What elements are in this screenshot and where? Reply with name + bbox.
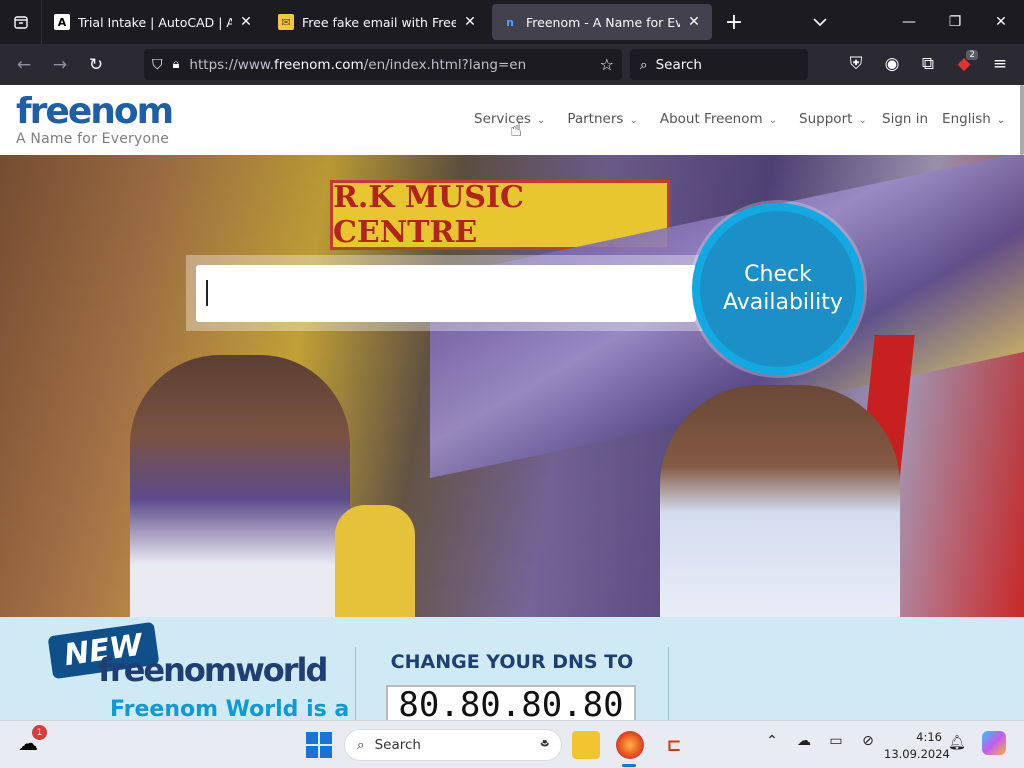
dns-value: 80.80.80.80 xyxy=(386,685,636,720)
reload-icon[interactable]: ↻ xyxy=(78,49,114,81)
chevron-down-icon[interactable] xyxy=(800,0,840,44)
promo-section: NEW freenomworld Freenom World is a CHAN… xyxy=(0,617,1024,720)
hero-person-right xyxy=(660,385,900,617)
taskbar: ☁ 1 ⌕ Search 🎩︎ ⊏ ⌃ ☁ ▭ ⊘ 4:16 13.09.2024… xyxy=(0,720,1024,768)
ublock-extension-icon[interactable]: ◆ 2 xyxy=(946,48,982,80)
firefox-icon[interactable] xyxy=(616,731,644,759)
chevron-down-icon: ⌄ xyxy=(858,115,867,126)
site-nav: Services ⌄ Partners ⌄ About Freenom ⌄ Suppo… xyxy=(474,111,889,127)
web-page: freenom A Name for Everyone Services ⌄ Pa… xyxy=(0,85,1024,720)
tab-strip: A Trial Intake | AutoCAD | Autode ✕ ✉ Fr… xyxy=(0,0,1024,44)
domain-search-input[interactable] xyxy=(196,265,696,322)
notification-bell-icon[interactable]: 🔔︎ xyxy=(948,735,966,751)
domain-search-box xyxy=(186,255,706,331)
system-tray: ⌃ ☁ ▭ ⊘ xyxy=(760,733,888,749)
taskbar-search-label: Search xyxy=(374,737,421,753)
search-bar[interactable]: ⌕ Search xyxy=(630,49,808,80)
close-icon[interactable]: ✕ xyxy=(238,14,254,30)
windows-start-icon[interactable] xyxy=(306,732,332,758)
chevron-down-icon: ⌄ xyxy=(768,115,778,126)
tab-autocad[interactable]: A Trial Intake | AutoCAD | Autode ✕ xyxy=(44,4,264,40)
search-placeholder: Search xyxy=(655,56,702,73)
network-icon[interactable]: ⊘ xyxy=(856,733,880,749)
freenom-logo[interactable]: freenom A Name for Everyone xyxy=(16,91,174,148)
chevron-down-icon: ⌄ xyxy=(996,115,1006,126)
close-icon[interactable]: ✕ xyxy=(686,14,702,30)
taskbar-search[interactable]: ⌕ Search 🎩︎ xyxy=(344,729,562,761)
autodesk-icon: A xyxy=(54,14,70,30)
search-icon: ⌕ xyxy=(357,737,365,753)
promo-divider xyxy=(668,647,669,720)
file-explorer-icon[interactable] xyxy=(572,731,600,759)
tab-list-icon[interactable] xyxy=(0,0,42,44)
tab-fake-email[interactable]: ✉ Free fake email with Freenom ✕ xyxy=(268,4,488,40)
search-highlight-icon: 🎩︎ xyxy=(540,736,549,752)
check-availability-label: Check Availability xyxy=(723,262,843,315)
sign-in-link[interactable]: Sign in xyxy=(882,111,928,127)
tab-title: Trial Intake | AutoCAD | Autode xyxy=(78,14,232,30)
freenomworld-logo[interactable]: freenomworld xyxy=(98,651,328,689)
navigation-toolbar: ← → ↻ ⛉ 🔒︎ https://www.freenom.com/en/in… xyxy=(0,44,1024,85)
pocket-icon[interactable]: ⛨ xyxy=(838,48,874,80)
tab-title: Freenom - A Name for Everyone xyxy=(526,14,680,30)
search-icon: ⌕ xyxy=(640,56,648,73)
chevron-down-icon: ⌄ xyxy=(629,115,638,126)
nav-about[interactable]: About Freenom ⌄ xyxy=(660,111,777,127)
notification-badge: 1 xyxy=(32,725,47,740)
text-caret xyxy=(206,280,208,306)
hand-cursor-icon: ☝ xyxy=(510,117,523,141)
check-availability-button[interactable]: Check Availability xyxy=(692,203,864,375)
display-icon[interactable]: ▭ xyxy=(824,733,848,749)
nav-support[interactable]: Support ⌄ xyxy=(799,111,867,127)
menu-icon[interactable]: ≡ xyxy=(982,48,1018,80)
account-icon[interactable]: ◉ xyxy=(874,48,910,80)
copilot-icon[interactable] xyxy=(982,731,1006,755)
restore-icon[interactable]: ❐ xyxy=(932,0,978,44)
url-bar[interactable]: ⛉ 🔒︎ https://www.freenom.com/en/index.ht… xyxy=(144,49,622,80)
extension-badge: 2 xyxy=(966,50,978,60)
new-tab-button[interactable]: + xyxy=(714,0,754,44)
office-icon[interactable]: ⊏ xyxy=(660,731,688,759)
page-scrollbar[interactable] xyxy=(1020,85,1024,155)
hero-person-left xyxy=(130,355,350,617)
clock-time: 4:16 xyxy=(916,730,942,744)
shield-icon[interactable]: ⛉ xyxy=(152,57,163,73)
hero-banner: R.K MUSIC CENTRE Check Availability xyxy=(0,155,1024,617)
logo-tagline: A Name for Everyone xyxy=(16,131,170,147)
active-app-indicator xyxy=(622,764,636,767)
minimize-icon[interactable]: — xyxy=(886,0,932,44)
clock-date: 13.09.2024 xyxy=(884,747,950,761)
cloud-offline-icon[interactable]: ☁ xyxy=(792,733,816,749)
url-text[interactable]: https://www.freenom.com/en/index.html?la… xyxy=(189,57,599,73)
nav-partners[interactable]: Partners ⌄ xyxy=(567,111,638,127)
freenom-icon: n xyxy=(506,15,514,29)
lock-icon[interactable]: 🔒︎ xyxy=(173,57,180,72)
close-icon[interactable]: ✕ xyxy=(462,14,478,30)
bookmark-star-icon[interactable]: ☆ xyxy=(600,55,614,74)
weather-widget-icon[interactable]: ☁ 1 xyxy=(18,725,47,759)
dns-title: CHANGE YOUR DNS TO xyxy=(390,651,634,673)
logo-word: freenom xyxy=(16,91,174,132)
chevron-down-icon: ⌄ xyxy=(536,115,546,126)
extensions-icon[interactable]: ⧉ xyxy=(910,48,946,80)
tab-title: Free fake email with Freenom xyxy=(302,14,456,30)
site-header: freenom A Name for Everyone Services ⌄ Pa… xyxy=(0,85,1024,155)
tab-freenom[interactable]: n Freenom - A Name for Everyone ✕ xyxy=(492,4,712,40)
chevron-up-icon[interactable]: ⌃ xyxy=(760,733,784,749)
forward-icon[interactable]: → xyxy=(42,49,78,81)
hero-person-yellow xyxy=(335,505,415,617)
freenomworld-text: Freenom World is a xyxy=(110,697,350,720)
back-icon[interactable]: ← xyxy=(6,49,42,81)
language-select[interactable]: English ⌄ xyxy=(942,111,1005,127)
email-icon: ✉ xyxy=(278,14,294,30)
close-window-icon[interactable]: ✕ xyxy=(978,0,1024,44)
taskbar-clock[interactable]: 4:16 13.09.2024 xyxy=(884,729,950,763)
